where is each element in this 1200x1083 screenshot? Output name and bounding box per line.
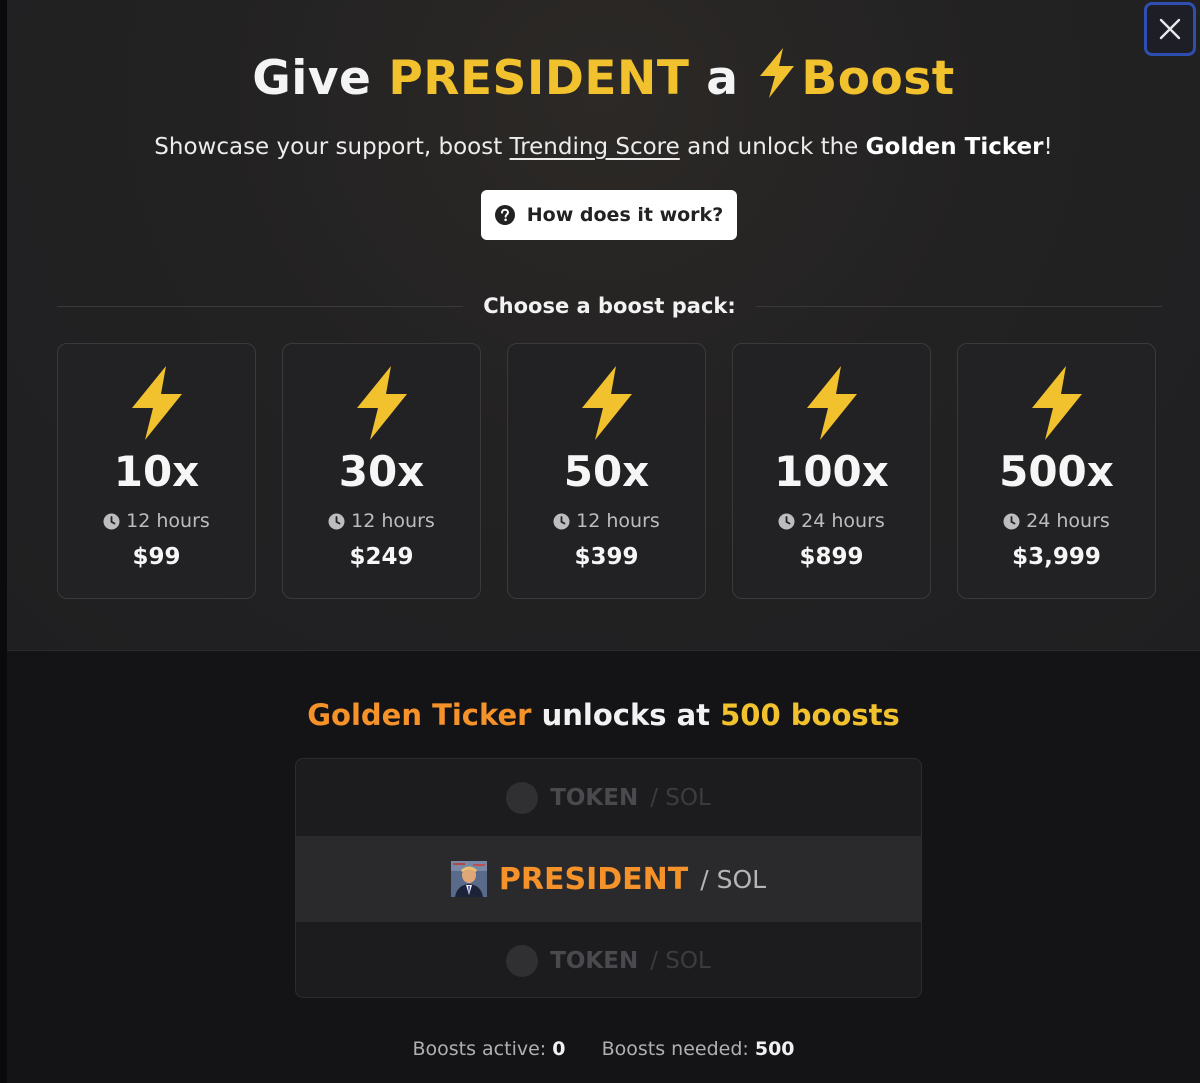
boost-pack-section: Give PRESIDENT a Boost Showcase your sup… xyxy=(7,0,1200,651)
pack-duration-text: 12 hours xyxy=(351,510,435,532)
boosts-needed-value: 500 xyxy=(754,1038,795,1060)
pack-price: $399 xyxy=(574,544,639,570)
pack-duration: 12 hours xyxy=(103,510,210,532)
pack-duration-text: 24 hours xyxy=(801,510,885,532)
divider-line-left xyxy=(57,305,464,307)
choose-pack-divider: Choose a boost pack: xyxy=(57,290,1163,322)
golden-ticker-middle: unlocks at xyxy=(541,698,711,732)
clock-icon xyxy=(328,513,345,529)
golden-ticker-name: Golden Ticker xyxy=(307,698,532,732)
title-suffix: Boost xyxy=(801,51,955,106)
golden-ticker-preview: TOKEN / SOL PRESIDENT / SOL TOKEN / SOL xyxy=(295,758,922,998)
ticker-token: PRESIDENT xyxy=(498,861,689,897)
pack-price: $3,999 xyxy=(1012,544,1101,570)
boost-pack-500x[interactable]: 500x 24 hours $3,999 xyxy=(957,343,1156,599)
modal-title: Give PRESIDENT a Boost xyxy=(7,46,1200,117)
pack-duration: 24 hours xyxy=(778,510,885,532)
boost-modal: Give PRESIDENT a Boost Showcase your sup… xyxy=(7,0,1200,1083)
pack-price: $249 xyxy=(349,544,414,570)
close-icon xyxy=(1159,18,1181,40)
pack-duration-text: 24 hours xyxy=(1026,510,1110,532)
bolt-icon xyxy=(755,46,799,117)
boosts-active-label: Boosts active: xyxy=(412,1038,547,1060)
ticker-row-current: PRESIDENT / SOL xyxy=(296,836,921,922)
clock-icon xyxy=(103,513,120,529)
ticker-row-placeholder: TOKEN / SOL xyxy=(296,759,921,836)
clock-icon xyxy=(778,513,795,529)
ticker-token: TOKEN xyxy=(550,784,639,811)
subtitle-part1: Showcase your support, boost xyxy=(154,134,503,160)
pack-price: $899 xyxy=(799,544,864,570)
boosts-needed-label: Boosts needed: xyxy=(601,1038,749,1060)
bolt-icon xyxy=(806,366,857,440)
boosts-active-value: 0 xyxy=(552,1038,566,1060)
boost-pack-100x[interactable]: 100x 24 hours $899 xyxy=(732,343,931,599)
boost-pack-50x[interactable]: 50x 12 hours $399 xyxy=(507,343,706,599)
golden-ticker-heading: Golden Ticker unlocks at 500 boosts xyxy=(7,698,1200,732)
clock-icon xyxy=(553,513,570,529)
pack-multiplier: 50x xyxy=(563,447,650,496)
question-circle-icon xyxy=(494,205,515,225)
pack-duration-text: 12 hours xyxy=(126,510,210,532)
subtitle-part2: and unlock the xyxy=(687,134,859,160)
divider-line-right xyxy=(755,305,1163,307)
modal-subtitle: Showcase your support, boost Trending Sc… xyxy=(7,131,1200,163)
ticker-pair: / SOL xyxy=(650,784,711,811)
clock-icon xyxy=(1003,513,1020,529)
pack-multiplier: 30x xyxy=(338,447,425,496)
bolt-icon xyxy=(581,366,632,440)
pack-duration-text: 12 hours xyxy=(576,510,660,532)
pack-multiplier: 100x xyxy=(774,447,889,496)
pack-multiplier: 10x xyxy=(113,447,200,496)
token-avatar xyxy=(450,861,487,897)
boost-pack-30x[interactable]: 30x 12 hours $249 xyxy=(282,343,481,599)
pack-duration: 12 hours xyxy=(328,510,435,532)
title-prefix: Give xyxy=(252,51,372,106)
boost-pack-10x[interactable]: 10x 12 hours $99 xyxy=(57,343,256,599)
ticker-row-placeholder: TOKEN / SOL xyxy=(296,922,921,997)
pack-duration: 12 hours xyxy=(553,510,660,532)
ticker-pair: / SOL xyxy=(700,864,767,894)
boost-stats: Boosts active: 0 Boosts needed: 500 xyxy=(7,1038,1200,1060)
subtitle-golden-ticker: Golden Ticker xyxy=(865,134,1044,160)
golden-ticker-threshold: 500 boosts xyxy=(720,698,900,732)
bolt-icon xyxy=(1031,366,1082,440)
title-token: PRESIDENT xyxy=(388,51,690,106)
pack-multiplier: 500x xyxy=(999,447,1114,496)
how-does-it-work-button[interactable]: How does it work? xyxy=(481,190,737,240)
token-avatar-placeholder xyxy=(506,944,539,977)
subtitle-end: ! xyxy=(1043,134,1053,160)
ticker-pair: / SOL xyxy=(650,947,711,974)
pack-duration: 24 hours xyxy=(1003,510,1110,532)
bolt-icon xyxy=(131,366,182,440)
pack-price: $99 xyxy=(132,544,181,570)
token-avatar-placeholder xyxy=(506,781,539,814)
trending-score-link[interactable]: Trending Score xyxy=(510,134,680,160)
ticker-token: TOKEN xyxy=(550,947,639,974)
choose-pack-label: Choose a boost pack: xyxy=(483,294,736,318)
how-button-label: How does it work? xyxy=(526,204,724,226)
bolt-icon xyxy=(356,366,407,440)
title-middle: a xyxy=(706,51,739,106)
boost-pack-list: 10x 12 hours $99 30x 12 hours $249 50x 1… xyxy=(57,343,1161,599)
page-edge xyxy=(0,0,7,1083)
